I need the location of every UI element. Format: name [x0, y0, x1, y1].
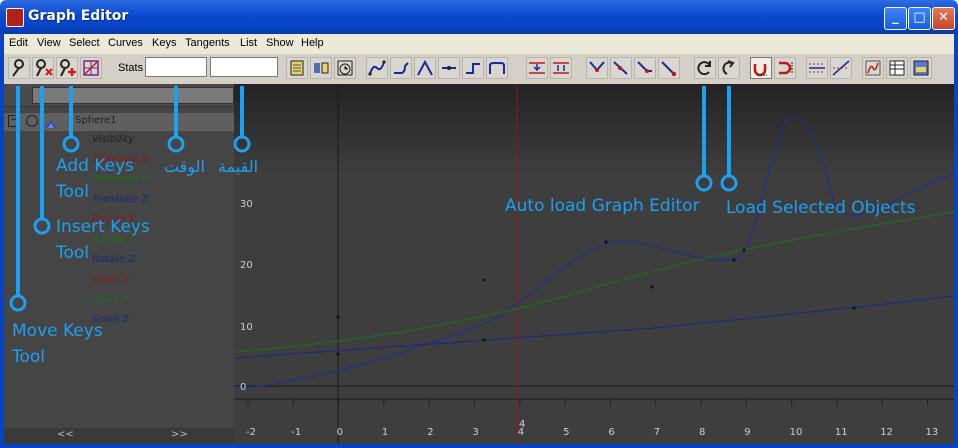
add-keys-annotation: Add Keys Tool: [56, 153, 134, 205]
insert-keys-label: Insert Keys Tool: [56, 217, 150, 263]
load-selected-callout-dot: [720, 174, 738, 192]
add-keys-callout-dot: [62, 135, 80, 153]
value-annotation: القيمة: [218, 157, 259, 176]
auto-load-annotation: Auto load Graph Editor: [505, 196, 700, 216]
add-keys-label: Add Keys Tool: [56, 156, 134, 202]
load-selected-annotation: Load Selected Objects: [726, 198, 916, 218]
move-keys-annotation: Move Keys Tool: [12, 318, 103, 370]
auto-load-callout-dot: [695, 174, 713, 192]
time-annotation: الوقت: [164, 157, 205, 176]
move-keys-callout-dot: [9, 294, 27, 312]
move-keys-label: Move Keys Tool: [12, 321, 103, 367]
insert-keys-annotation: Insert Keys Tool: [56, 214, 150, 266]
insert-keys-callout-dot: [33, 217, 51, 235]
time-callout-dot: [167, 135, 185, 153]
value-callout-dot: [233, 135, 251, 153]
